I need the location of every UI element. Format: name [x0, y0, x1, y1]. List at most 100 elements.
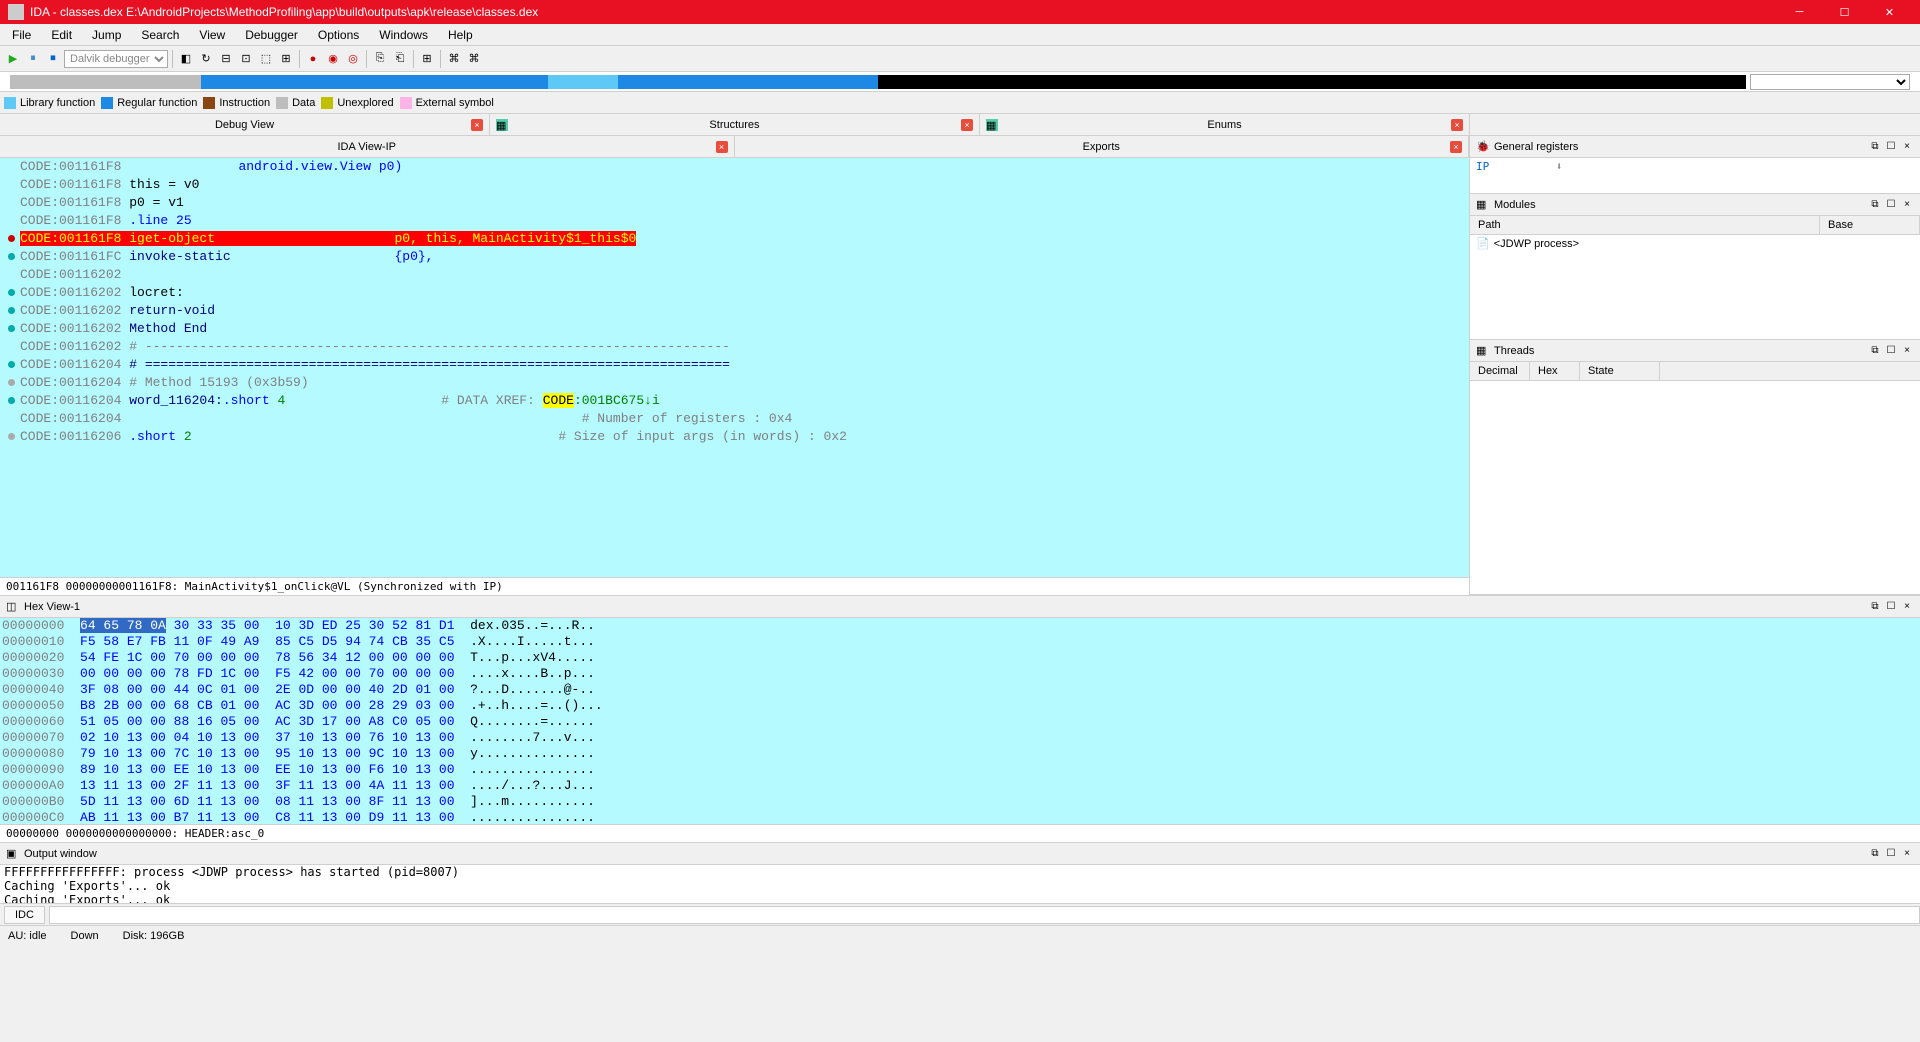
tool-icon[interactable]: ⌘ [445, 50, 463, 68]
module-item[interactable]: 📄 <JDWP process> [1470, 235, 1920, 252]
tool-icon[interactable]: ⊞ [277, 50, 295, 68]
window-controls: ─ ☐ ✕ [1777, 0, 1912, 24]
restore-icon[interactable]: ⧉ [1868, 847, 1882, 861]
maximize-button[interactable]: ☐ [1822, 0, 1867, 24]
hex-line[interactable]: 000000B0 5D 11 13 00 6D 11 13 00 08 11 1… [0, 794, 1920, 810]
hex-body[interactable]: 00000000 64 65 78 0A 30 33 35 00 10 3D E… [0, 618, 1920, 824]
tool-icon[interactable]: ⊡ [237, 50, 255, 68]
disasm-line[interactable]: CODE:001161F8 p0 = v1 [0, 194, 1469, 212]
disasm-line[interactable]: CODE:00116204 # Method 15193 (0x3b59) [0, 374, 1469, 392]
pause-button[interactable]: ⏸ [24, 50, 42, 68]
hex-line[interactable]: 00000070 02 10 13 00 04 10 13 00 37 10 1… [0, 730, 1920, 746]
run-button[interactable]: ▶ [4, 50, 22, 68]
hex-line[interactable]: 00000060 51 05 00 00 88 16 05 00 AC 3D 1… [0, 714, 1920, 730]
minimize-button[interactable]: ─ [1777, 0, 1822, 24]
refresh-icon[interactable]: ↻ [197, 50, 215, 68]
close-icon[interactable]: × [961, 119, 973, 131]
menu-search[interactable]: Search [133, 26, 187, 44]
step-icon[interactable]: ◉ [324, 50, 342, 68]
max-icon[interactable]: ☐ [1884, 344, 1898, 358]
close-icon[interactable]: × [716, 141, 728, 153]
menu-debugger[interactable]: Debugger [237, 26, 306, 44]
close-icon[interactable]: × [1900, 198, 1914, 212]
close-icon[interactable]: × [1900, 140, 1914, 154]
threads-body[interactable]: Decimal Hex State [1470, 362, 1920, 594]
tab-exports[interactable]: Exports× [735, 136, 1470, 158]
hex-line[interactable]: 000000A0 13 11 13 00 2F 11 13 00 3F 11 1… [0, 778, 1920, 794]
disasm-line[interactable]: CODE:00116202 locret: [0, 284, 1469, 302]
max-icon[interactable]: ☐ [1884, 600, 1898, 614]
menu-file[interactable]: File [4, 26, 39, 44]
disasm-line[interactable]: CODE:00116202 Method End [0, 320, 1469, 338]
registers-body[interactable]: IP ⬇ [1470, 158, 1920, 193]
restore-icon[interactable]: ⧉ [1868, 140, 1882, 154]
menu-edit[interactable]: Edit [43, 26, 80, 44]
close-icon[interactable]: × [1900, 600, 1914, 614]
app-icon [8, 4, 24, 20]
hex-line[interactable]: 00000020 54 FE 1C 00 70 00 00 00 78 56 3… [0, 650, 1920, 666]
close-button[interactable]: ✕ [1867, 0, 1912, 24]
tab-debug-view[interactable]: Debug View× [0, 114, 490, 136]
tab-structures[interactable]: ▦Structures× [490, 114, 980, 136]
separator-icon [172, 50, 173, 68]
max-icon[interactable]: ☐ [1884, 847, 1898, 861]
disasm-line[interactable]: CODE:001161F8 this = v0 [0, 176, 1469, 194]
disasm-line[interactable]: CODE:00116204 # ========================… [0, 356, 1469, 374]
down-arrow-icon[interactable]: ⬇ [1556, 160, 1563, 173]
restore-icon[interactable]: ⧉ [1868, 344, 1882, 358]
disasm-line[interactable]: CODE:00116202 [0, 266, 1469, 284]
menu-windows[interactable]: Windows [371, 26, 436, 44]
disasm-line[interactable]: CODE:00116206 .short 2 # Size of input a… [0, 428, 1469, 446]
max-icon[interactable]: ☐ [1884, 140, 1898, 154]
tab-ida-view[interactable]: IDA View-IP× [0, 136, 735, 158]
menu-view[interactable]: View [191, 26, 233, 44]
hex-line[interactable]: 00000050 B8 2B 00 00 68 CB 01 00 AC 3D 0… [0, 698, 1920, 714]
close-icon[interactable]: × [471, 119, 483, 131]
debugger-select[interactable]: Dalvik debugger [64, 50, 168, 68]
disasm-line[interactable]: CODE:00116202 return-void [0, 302, 1469, 320]
tool-icon[interactable]: ◧ [177, 50, 195, 68]
idc-button[interactable]: IDC [4, 906, 45, 924]
tool-icon[interactable]: ⎗ [391, 50, 409, 68]
tool-icon[interactable]: ⊟ [217, 50, 235, 68]
tool-icon[interactable]: ⌘ [465, 50, 483, 68]
idc-input[interactable] [49, 906, 1920, 924]
disassembly-view[interactable]: CODE:001161F8 android.view.View p0)CODE:… [0, 158, 1469, 577]
nav-ruler[interactable] [10, 75, 1746, 89]
nav-bar [0, 72, 1920, 92]
hex-line[interactable]: 00000010 F5 58 E7 FB 11 0F 49 A9 85 C5 D… [0, 634, 1920, 650]
menu-jump[interactable]: Jump [84, 26, 129, 44]
hex-line[interactable]: 00000000 64 65 78 0A 30 33 35 00 10 3D E… [0, 618, 1920, 634]
close-icon[interactable]: × [1900, 847, 1914, 861]
stop-button[interactable]: ⏹ [44, 50, 62, 68]
disasm-line[interactable]: CODE:00116202 # ------------------------… [0, 338, 1469, 356]
disasm-line[interactable]: CODE:001161FC invoke-static {p0}, [0, 248, 1469, 266]
tool-icon[interactable]: ⬚ [257, 50, 275, 68]
disasm-line[interactable]: CODE:00116204 word_116204:.short 4 # DAT… [0, 392, 1469, 410]
disasm-line[interactable]: CODE:00116204 # Number of registers : 0x… [0, 410, 1469, 428]
restore-icon[interactable]: ⧉ [1868, 198, 1882, 212]
disasm-line[interactable]: CODE:001161F8 android.view.View p0) [0, 158, 1469, 176]
close-icon[interactable]: × [1451, 119, 1463, 131]
close-icon[interactable]: × [1900, 344, 1914, 358]
output-body[interactable]: FFFFFFFFFFFFFFFF: process <JDWP process>… [0, 865, 1920, 903]
tab-enums[interactable]: ▦Enums× [980, 114, 1470, 136]
close-icon[interactable]: × [1450, 141, 1462, 153]
nav-dropdown[interactable] [1750, 74, 1910, 90]
max-icon[interactable]: ☐ [1884, 198, 1898, 212]
menu-help[interactable]: Help [440, 26, 481, 44]
disasm-line[interactable]: CODE:001161F8 .line 25 [0, 212, 1469, 230]
step-icon[interactable]: ◎ [344, 50, 362, 68]
hex-line[interactable]: 000000C0 AB 11 13 00 B7 11 13 00 C8 11 1… [0, 810, 1920, 824]
hex-line[interactable]: 00000090 89 10 13 00 EE 10 13 00 EE 10 1… [0, 762, 1920, 778]
hex-line[interactable]: 00000040 3F 08 00 00 44 0C 01 00 2E 0D 0… [0, 682, 1920, 698]
tool-icon[interactable]: ⎘ [371, 50, 389, 68]
hex-line[interactable]: 00000080 79 10 13 00 7C 10 13 00 95 10 1… [0, 746, 1920, 762]
tool-icon[interactable]: ⊞ [418, 50, 436, 68]
restore-icon[interactable]: ⧉ [1868, 600, 1882, 614]
breakpoint-icon[interactable]: ● [304, 50, 322, 68]
modules-body[interactable]: Path Base 📄 <JDWP process> [1470, 216, 1920, 339]
disasm-line[interactable]: CODE:001161F8 iget-object p0, this, Main… [0, 230, 1469, 248]
hex-line[interactable]: 00000030 00 00 00 00 78 FD 1C 00 F5 42 0… [0, 666, 1920, 682]
menu-options[interactable]: Options [310, 26, 367, 44]
